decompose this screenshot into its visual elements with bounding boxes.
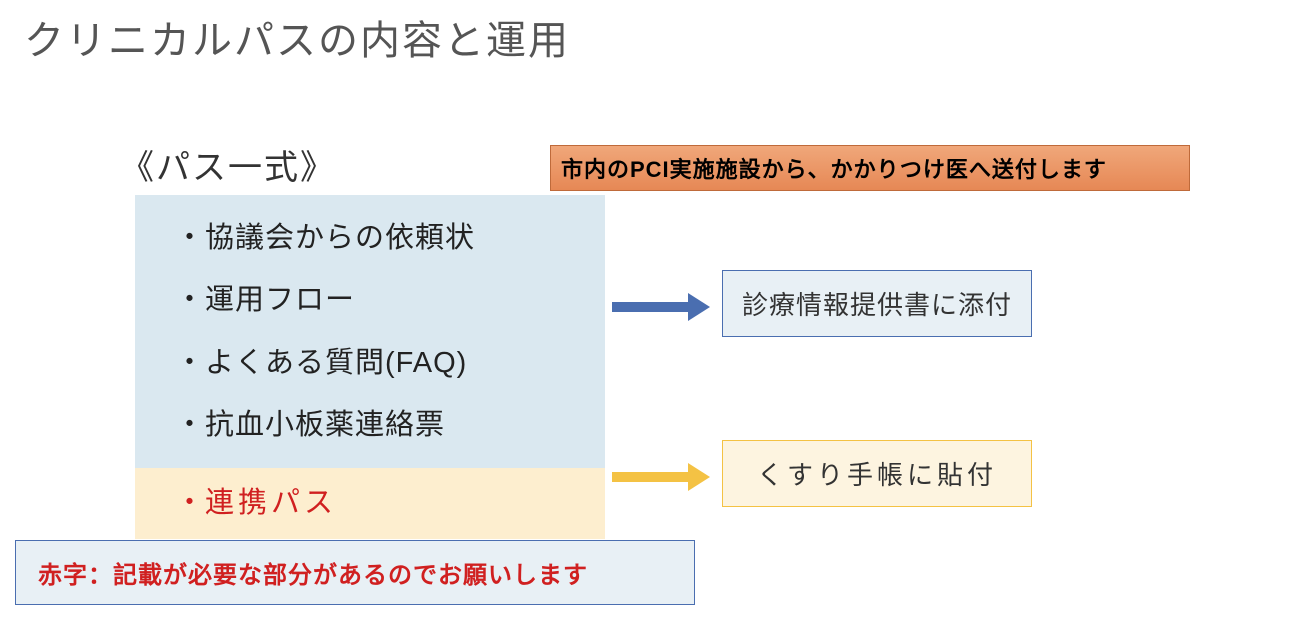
list-bottom-group: ・連携パス — [135, 468, 605, 538]
note-orange: 市内のPCI実施施設から、かかりつけ医へ送付します — [550, 145, 1190, 191]
footer-note: 赤字：記載が必要な部分があるのでお願いします — [15, 540, 695, 605]
list-item: ・抗血小板薬連絡票 — [175, 394, 587, 456]
page-title: クリニカルパスの内容と運用 — [24, 8, 570, 66]
list-top-group: ・協議会からの依頼状 ・運用フロー ・よくある質問(FAQ) ・抗血小板薬連絡票 — [135, 195, 605, 468]
list-box: ・協議会からの依頼状 ・運用フロー ・よくある質問(FAQ) ・抗血小板薬連絡票… — [135, 195, 605, 539]
list-item-text: 連携パス — [205, 487, 337, 519]
arrow-right-icon — [612, 465, 712, 489]
section-header: 《パス一式》 — [120, 140, 336, 189]
list-item: ・よくある質問(FAQ) — [175, 332, 587, 394]
list-item: ・協議会からの依頼状 — [175, 207, 587, 269]
callout-yellow: くすり手帳に貼付 — [722, 440, 1032, 507]
list-item: ・運用フロー — [175, 269, 587, 331]
callout-blue: 診療情報提供書に添付 — [722, 270, 1032, 337]
list-item-dot: ・ — [175, 487, 205, 519]
arrow-right-icon — [612, 295, 712, 319]
